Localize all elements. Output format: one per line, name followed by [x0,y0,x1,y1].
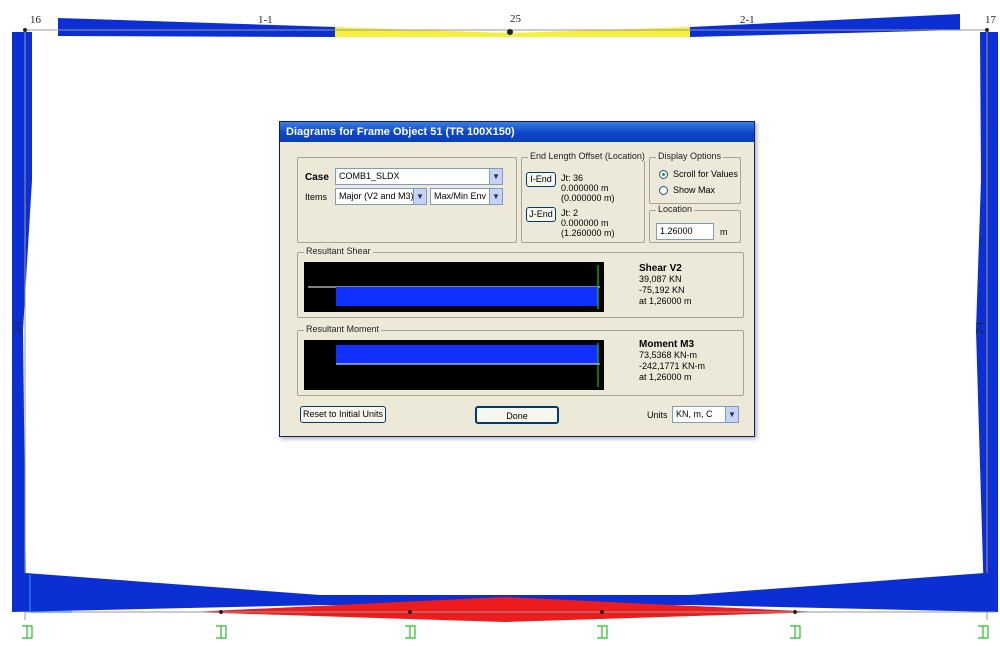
done-button[interactable]: Done [475,406,559,424]
node-label-16: 16 [30,14,41,26]
frame-diagram-dialog: Diagrams for Frame Object 51 (TR 100X150… [279,121,755,437]
location-legend: Location [656,204,695,214]
support-icons [22,625,989,639]
node-label-25: 25 [510,13,521,25]
items-label: Items [305,192,328,202]
bottom-beam-negative-diagram-right [690,572,998,612]
resultant-moment-legend: Resultant Moment [304,324,382,334]
envelope-select[interactable]: Max/Min Env ▼ [430,188,503,205]
chevron-down-icon[interactable]: ▼ [413,189,426,204]
gridline-label-2-1: 2-1 [740,14,755,26]
items-select-value: Major (V2 and M3) [339,191,414,201]
moment-diagram [304,340,604,390]
i-end-location: (0.000000 m) [561,193,615,203]
shear-title: Shear V2 [639,263,682,274]
display-options-legend: Display Options [656,151,724,161]
right-column-label: 2-1 [975,320,987,335]
scroll-for-values-label: Scroll for Values [673,169,738,179]
units-select[interactable]: KN, m, C ▼ [672,406,739,423]
moment-title: Moment M3 [639,339,694,350]
i-end-button[interactable]: I-End [526,172,556,187]
items-select[interactable]: Major (V2 and M3) ▼ [335,188,427,205]
shear-diagram [304,262,604,312]
left-column-diagram [12,32,32,600]
show-max-label: Show Max [673,185,716,195]
display-options-group: Display Options [649,151,741,204]
case-select[interactable]: COMB1_SLDX ▼ [335,168,503,185]
j-end-offset: 0.000000 m [561,218,609,228]
chevron-down-icon[interactable]: ▼ [725,407,738,422]
bottom-beam-negative-diagram [12,572,320,612]
shear-max: 39,087 KN [639,274,682,284]
reset-units-button[interactable]: Reset to Initial Units [300,406,386,423]
top-beam-negative-diagram-right [690,14,960,37]
dialog-title[interactable]: Diagrams for Frame Object 51 (TR 100X150… [280,122,754,142]
j-end-button[interactable]: J-End [526,207,556,222]
left-column-label: 3-1 [13,320,25,335]
moment-max: 73,5368 KN-m [639,350,698,360]
case-label: Case [305,172,329,183]
end-offset-legend: End Length Offset (Location) [528,151,647,161]
i-end-offset: 0.000000 m [561,183,609,193]
scroll-for-values-radio[interactable] [659,170,668,179]
envelope-select-value: Max/Min Env [434,191,487,201]
resultant-shear-legend: Resultant Shear [304,246,373,256]
gridline-label-1-1: 1-1 [258,14,273,26]
units-select-value: KN, m, C [676,409,713,419]
node-label-17: 17 [985,14,996,26]
i-end-joint: Jt: 36 [561,173,584,183]
show-max-radio[interactable] [659,186,668,195]
shear-location: at 1,26000 m [639,296,692,306]
shear-values: Shear V2 39,087 KN -75,192 KN at 1,26000… [639,263,692,307]
location-unit: m [720,227,728,237]
j-end-joint: Jt: 2 [561,208,579,218]
shear-fill [336,287,598,306]
location-input[interactable]: 1.26000 [656,223,714,240]
top-beam-negative-diagram [58,18,335,37]
moment-location: at 1,26000 m [639,372,692,382]
units-label: Units [647,410,668,420]
moment-values: Moment M3 73,5368 KN-m -242,1771 KN-m at… [639,339,705,383]
chevron-down-icon[interactable]: ▼ [489,189,502,204]
case-select-value: COMB1_SLDX [339,171,400,181]
moment-fill [336,345,598,364]
shear-min: -75,192 KN [639,285,685,295]
moment-min: -242,1771 KN-m [639,361,706,371]
chevron-down-icon[interactable]: ▼ [489,169,502,184]
j-end-location: (1.260000 m) [561,228,615,238]
